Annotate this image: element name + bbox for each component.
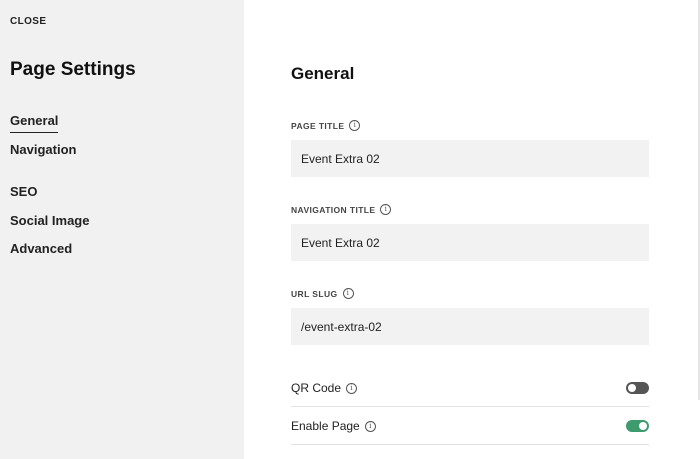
qr-code-row: QR Code i [291,370,649,407]
toggle-knob [639,422,647,430]
navigation-title-input[interactable] [291,224,649,261]
navigation-title-label-text: NAVIGATION TITLE [291,204,376,215]
url-slug-label: URL SLUG i [291,288,354,299]
page-settings-panel: CLOSE Page Settings General Navigation S… [0,0,700,459]
enable-page-row: Enable Page i [291,408,649,445]
sidebar-item-navigation[interactable]: Navigation [10,142,76,157]
info-icon[interactable]: i [380,204,392,215]
close-button[interactable]: CLOSE [10,16,46,27]
info-icon[interactable]: i [342,288,354,299]
enable-page-toggle[interactable] [626,420,649,432]
url-slug-label-text: URL SLUG [291,288,338,299]
sidebar-item-social-image[interactable]: Social Image [10,213,89,228]
qr-code-label: QR Code i [291,381,358,395]
qr-code-label-text: QR Code [291,381,342,395]
sidebar-title: Page Settings [10,59,136,80]
enable-page-label: Enable Page i [291,419,376,433]
page-title-label: PAGE TITLE i [291,120,361,131]
qr-code-toggle[interactable] [626,382,649,394]
page-title-input[interactable] [291,140,649,177]
main-content: General PAGE TITLE i NAVIGATION TITLE i … [244,0,700,459]
info-icon[interactable]: i [349,120,361,131]
sidebar: CLOSE Page Settings General Navigation S… [0,0,244,459]
navigation-title-label: NAVIGATION TITLE i [291,204,392,215]
enable-page-label-text: Enable Page [291,419,360,433]
toggle-knob [628,384,636,392]
url-slug-input[interactable] [291,308,649,345]
info-icon[interactable]: i [364,420,376,432]
section-title: General [291,64,355,83]
sidebar-item-general[interactable]: General [10,113,59,133]
info-icon[interactable]: i [346,382,358,394]
sidebar-item-seo[interactable]: SEO [10,184,37,199]
sidebar-item-advanced[interactable]: Advanced [10,241,72,256]
page-title-label-text: PAGE TITLE [291,120,345,131]
